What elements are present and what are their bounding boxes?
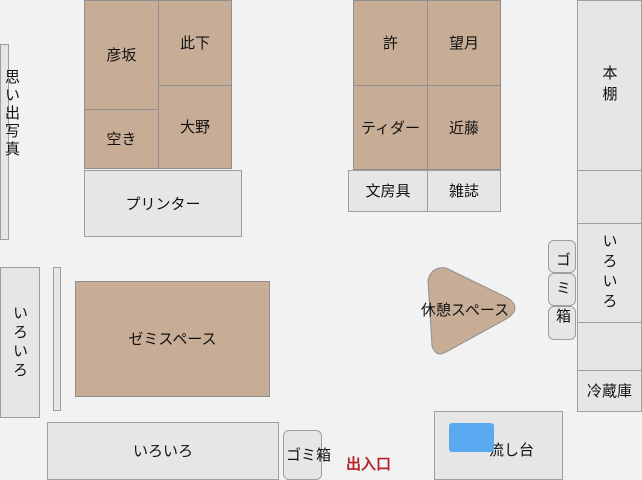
bookshelf-label: 本棚 [600, 64, 619, 107]
right-shelf-block [577, 170, 642, 224]
sink-label: 流し台 [488, 440, 534, 459]
refrigerator: 冷蔵庫 [577, 370, 642, 412]
rest-space-label-wrap: 休憩スペース [410, 297, 520, 321]
sink-basin [449, 423, 494, 452]
rest-space-label: 休憩スペース [420, 300, 510, 319]
trash-bin-right-label: ゴミ箱 [554, 252, 572, 336]
bookshelf: 本棚 [577, 0, 642, 171]
misc-shelf-right: いろいろ [577, 223, 642, 323]
rest-space [427, 267, 516, 355]
lab-floor-map: 彦坂 此下 空き 大野 プリンター 許 望月 ティダー 近藤 文房具 雑誌 思い… [0, 0, 642, 480]
misc-right-label: いろいろ [600, 233, 619, 313]
right-shelf-block-2 [577, 322, 642, 371]
refrigerator-label: 冷蔵庫 [586, 382, 632, 400]
